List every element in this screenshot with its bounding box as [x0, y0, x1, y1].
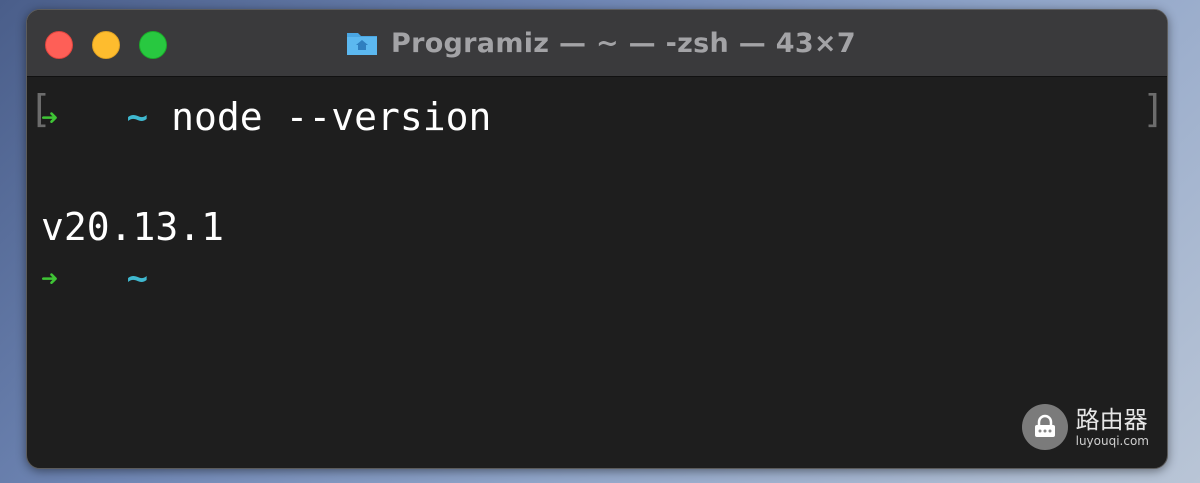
output-text: v20.13.1 — [41, 205, 225, 249]
title-bar[interactable]: Programiz — ~ — -zsh — 43×7 — [27, 10, 1167, 77]
watermark: 路由器 luyouqi.com — [1021, 404, 1149, 450]
zoom-button[interactable] — [139, 31, 167, 59]
folder-home-icon — [347, 33, 377, 55]
prompt-directory: ~ — [126, 96, 149, 138]
window-title-group: Programiz — ~ — -zsh — 43×7 — [345, 24, 856, 62]
terminal-output-line: v20.13.1 — [41, 202, 224, 252]
command-text: node --version — [171, 95, 492, 139]
selection-bracket-right: ] — [1142, 87, 1165, 131]
watermark-title: 路由器 — [1075, 406, 1148, 434]
window-title: Programiz — ~ — -zsh — 43×7 — [391, 27, 856, 59]
terminal-content[interactable]: [ ] ➜ ~ node --version v20.13.1 ➜ ~ — [27, 77, 1167, 468]
prompt-directory: ~ — [126, 257, 149, 299]
prompt-arrow-icon: ➜ — [41, 100, 58, 134]
router-lock-icon — [1021, 404, 1068, 450]
watermark-url: luyouqi.com — [1075, 434, 1149, 448]
close-button[interactable] — [45, 31, 73, 59]
terminal-window: Programiz — ~ — -zsh — 43×7 [ ] ➜ ~ node… — [26, 9, 1168, 469]
terminal-line: ➜ ~ — [41, 253, 171, 303]
terminal-line: ➜ ~ node --version — [41, 92, 491, 142]
minimize-button[interactable] — [92, 31, 120, 59]
prompt-arrow-icon: ➜ — [41, 261, 58, 295]
